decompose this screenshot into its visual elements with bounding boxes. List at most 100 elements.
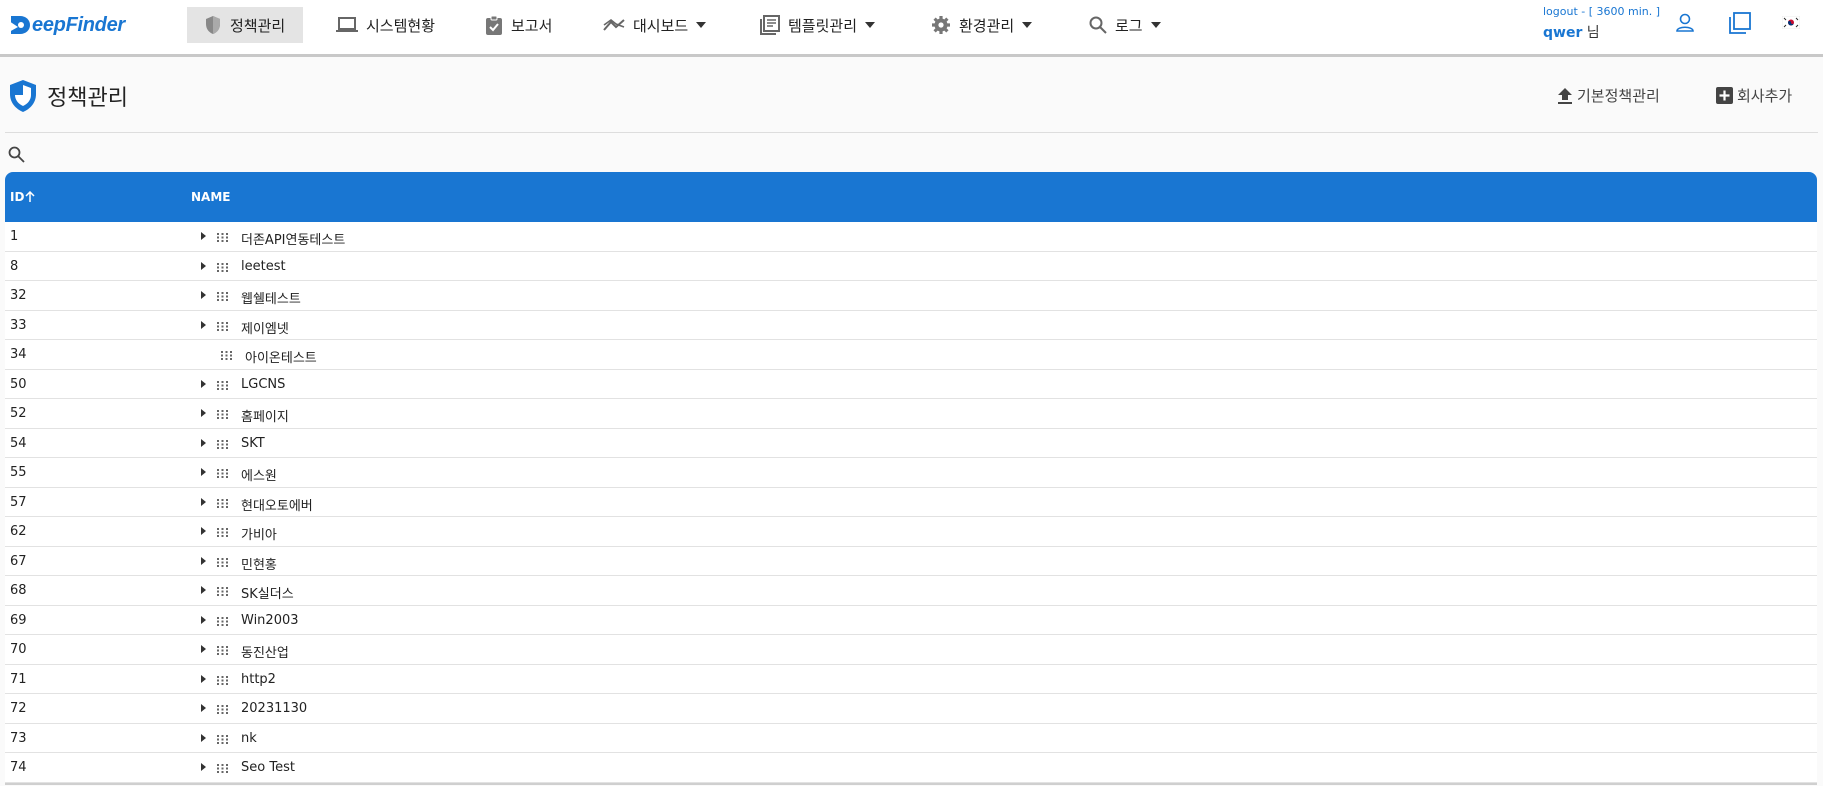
nav-system-status[interactable]: 시스템현황 [336,7,435,43]
table-row[interactable]: 71 http2 [5,664,1817,694]
row-name: 제이엠넷 [241,321,289,337]
drag-handle-icon[interactable] [217,438,228,453]
row-name: LGCNS [241,376,286,392]
expand-arrow-icon[interactable] [201,733,206,742]
expand-arrow-icon[interactable] [201,261,206,270]
table-row[interactable]: 55 에스원 [5,458,1817,488]
drag-handle-icon[interactable] [217,408,228,423]
copy-window-icon[interactable] [1729,12,1751,34]
row-name: SKT [241,435,265,451]
nav-report[interactable]: 보고서 [485,7,552,43]
table-row[interactable]: 54 SKT [5,428,1817,458]
nav-label: 템플릿관리 [788,16,858,35]
search-icon[interactable] [8,146,25,163]
base-policy-label: 기본정책관리 [1577,87,1660,105]
expand-arrow-icon[interactable] [201,291,206,299]
drag-handle-icon[interactable] [221,349,232,364]
row-id: 71 [10,671,27,687]
expand-arrow-icon[interactable] [201,232,206,240]
table-row[interactable]: 52 홈페이지 [5,399,1817,429]
drag-handle-icon[interactable] [217,733,228,748]
expand-arrow-icon[interactable] [201,763,206,771]
nav-template-management[interactable]: 템플릿관리 [760,7,876,43]
row-name: 민현홍 [241,557,277,573]
drag-handle-icon[interactable] [217,290,228,305]
expand-arrow-icon[interactable] [201,527,206,535]
row-name: 더존API연동테스트 [241,233,346,248]
grid-header: ID NAME [5,172,1817,222]
table-row[interactable]: 33 제이엠넷 [5,310,1817,340]
expand-arrow-icon[interactable] [201,409,206,417]
brand-name: eepFinder [32,13,125,36]
drag-handle-icon[interactable] [217,615,228,630]
table-row[interactable]: 50 LGCNS [5,369,1817,399]
current-user: qwer 님 [1543,22,1600,42]
row-name: 20231130 [241,701,308,716]
row-id: 70 [10,642,27,657]
nav-label: 보고서 [511,16,553,35]
nav-log[interactable]: 로그 [1089,7,1161,43]
expand-arrow-icon[interactable] [201,497,206,506]
table-row[interactable]: 62 가비아 [5,517,1817,547]
clipboard-check-icon [486,15,502,35]
base-policy-button[interactable]: 기본정책관리 [1557,85,1660,106]
table-row[interactable]: 67 민현홍 [5,546,1817,576]
expand-arrow-icon[interactable] [201,320,206,329]
add-company-button[interactable]: 회사추가 [1716,85,1792,106]
table-row[interactable]: 72 20231130 [5,694,1817,724]
row-name: Seo Test [241,760,295,775]
korea-flag-icon[interactable] [1782,16,1800,29]
table-row[interactable]: 73 nk [5,723,1817,753]
nav-dashboard[interactable]: 대시보드 [603,7,707,43]
drag-handle-icon[interactable] [217,379,228,394]
row-id: 74 [10,760,27,775]
row-id: 32 [10,288,27,303]
drag-handle-icon[interactable] [217,585,228,600]
drag-handle-icon[interactable] [217,762,228,777]
drag-handle-icon[interactable] [217,231,228,246]
table-row[interactable]: 68 SK실더스 [5,576,1817,606]
expand-arrow-icon[interactable] [201,379,206,388]
table-row[interactable]: 34 아이온테스트 [5,340,1817,370]
drag-handle-icon[interactable] [217,497,228,512]
trend-icon [603,18,625,31]
table-row[interactable]: 32 웹쉘테스트 [5,281,1817,311]
drag-handle-icon[interactable] [217,644,228,659]
column-header-id[interactable]: ID [10,190,35,204]
row-name: http2 [241,671,276,687]
expand-arrow-icon[interactable] [201,615,206,624]
drag-handle-icon[interactable] [217,467,228,482]
row-id: 68 [10,583,27,598]
row-name: SK실더스 [241,587,294,602]
drag-handle-icon[interactable] [217,556,228,571]
nav-settings[interactable]: 환경관리 [931,7,1033,43]
drag-handle-icon[interactable] [217,674,228,689]
table-row[interactable]: 74 Seo Test [5,753,1817,783]
chevron-down-icon [1150,22,1161,28]
template-book-icon [760,15,780,35]
drag-handle-icon[interactable] [217,526,228,541]
logout-link[interactable]: logout - [ 3600 min. ] [1543,5,1660,18]
drag-handle-icon[interactable] [217,320,228,335]
column-header-name[interactable]: NAME [191,190,230,204]
expand-arrow-icon[interactable] [201,468,206,476]
table-row[interactable]: 57 현대오토에버 [5,487,1817,517]
table-row[interactable]: 69 Win2003 [5,605,1817,635]
drag-handle-icon[interactable] [217,261,228,276]
expand-arrow-icon[interactable] [201,645,206,653]
user-icon[interactable] [1675,12,1695,34]
table-row[interactable]: 8 leetest [5,251,1817,281]
brand-logo[interactable]: eepFinder [9,13,125,37]
row-id: 34 [10,347,27,362]
nav-policy[interactable]: 정책관리 [187,7,303,43]
expand-arrow-icon[interactable] [201,704,206,712]
chevron-down-icon [696,22,707,28]
expand-arrow-icon[interactable] [201,674,206,683]
logo-mark-icon [9,14,31,36]
expand-arrow-icon[interactable] [201,438,206,447]
expand-arrow-icon[interactable] [201,556,206,565]
drag-handle-icon[interactable] [217,703,228,718]
table-row[interactable]: 70 동진산업 [5,635,1817,665]
expand-arrow-icon[interactable] [201,586,206,594]
table-row[interactable]: 1 더존API연동테스트 [5,222,1817,252]
